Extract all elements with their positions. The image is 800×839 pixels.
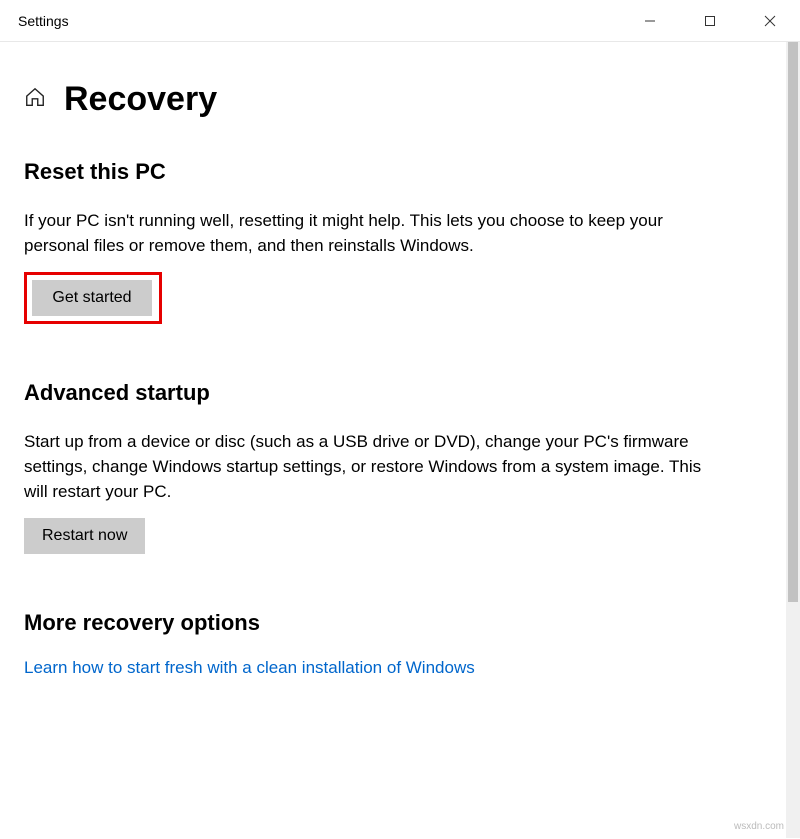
restart-now-button[interactable]: Restart now (24, 518, 145, 554)
close-icon (764, 15, 776, 27)
scrollbar-thumb[interactable] (788, 42, 798, 602)
annotation-highlight: Get started (24, 272, 162, 324)
maximize-icon (704, 15, 716, 27)
minimize-button[interactable] (620, 0, 680, 41)
get-started-button[interactable]: Get started (32, 280, 152, 316)
window-controls (620, 0, 800, 41)
more-recovery-section: More recovery options Learn how to start… (24, 610, 776, 678)
reset-pc-section: Reset this PC If your PC isn't running w… (24, 159, 776, 324)
reset-pc-title: Reset this PC (24, 159, 776, 185)
page-title: Recovery (64, 80, 217, 119)
start-fresh-link[interactable]: Learn how to start fresh with a clean in… (24, 658, 475, 677)
watermark: wsxdn.com (734, 821, 784, 832)
minimize-icon (644, 15, 656, 27)
content-area: Reset this PC If your PC isn't running w… (0, 139, 800, 839)
reset-pc-description: If your PC isn't running well, resetting… (24, 209, 714, 258)
window-titlebar: Settings (0, 0, 800, 42)
advanced-startup-description: Start up from a device or disc (such as … (24, 430, 714, 504)
more-recovery-title: More recovery options (24, 610, 776, 636)
advanced-startup-section: Advanced startup Start up from a device … (24, 380, 776, 554)
scrollbar[interactable] (786, 42, 800, 838)
window-title: Settings (18, 13, 69, 29)
home-icon[interactable] (24, 86, 46, 113)
maximize-button[interactable] (680, 0, 740, 41)
advanced-startup-title: Advanced startup (24, 380, 776, 406)
page-header: Recovery (0, 42, 800, 139)
close-button[interactable] (740, 0, 800, 41)
